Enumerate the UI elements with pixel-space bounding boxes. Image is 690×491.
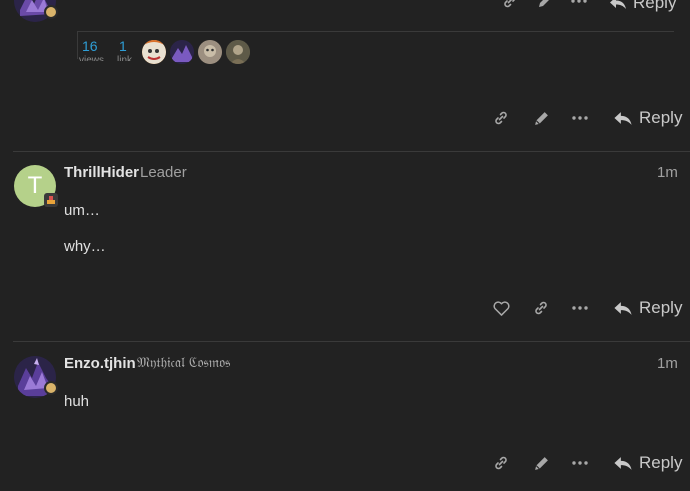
post-body-paragraph: um…	[64, 202, 100, 219]
more-button[interactable]	[570, 453, 590, 473]
more-button[interactable]	[570, 298, 590, 318]
post-divider	[13, 151, 690, 152]
reply-button[interactable]: Reply	[610, 0, 676, 13]
reply-arrow-icon	[610, 0, 626, 9]
link-icon	[495, 456, 507, 470]
reply-label: Reply	[639, 298, 683, 317]
post-date[interactable]: 1m	[657, 355, 678, 372]
flair-badge	[44, 5, 58, 19]
reply-label: Reply	[639, 108, 683, 127]
avatar-letter: T	[27, 172, 43, 199]
links-count: 1	[119, 38, 127, 54]
participant-avatar[interactable]	[226, 40, 250, 64]
reply-arrow-icon	[614, 301, 632, 315]
reply-button[interactable]: Reply	[614, 453, 682, 473]
ellipsis-icon	[571, 0, 587, 3]
post-body-paragraph: why…	[64, 238, 106, 255]
link-icon	[495, 111, 507, 125]
topic-map-divider	[77, 31, 674, 32]
edit-button[interactable]	[535, 0, 555, 11]
views-count: 16	[82, 38, 98, 54]
copy-link-button[interactable]	[491, 453, 511, 473]
copy-link-button[interactable]	[531, 298, 551, 318]
reply-label: Reply	[639, 453, 683, 472]
ellipsis-icon	[572, 461, 588, 465]
pencil-icon	[534, 456, 548, 470]
link-icon	[504, 0, 516, 8]
edit-button[interactable]	[531, 453, 551, 473]
username[interactable]: ThrillHider	[64, 164, 139, 181]
reply-label: Reply	[633, 0, 677, 12]
username[interactable]: Enzo.tjhin	[64, 355, 136, 372]
links-label: link	[117, 55, 133, 61]
participant-avatar[interactable]	[198, 40, 222, 64]
post-divider	[13, 341, 690, 342]
user-title: 𝔐𝔶𝔱𝔥𝔦𝔠𝔞𝔩 ℭ𝔬𝔰𝔪𝔬𝔰	[137, 355, 231, 371]
post-body-paragraph: huh	[64, 393, 90, 410]
pencil-icon	[534, 111, 548, 125]
copy-link-button[interactable]	[491, 108, 511, 128]
reply-arrow-icon	[614, 456, 632, 470]
flair-badge	[44, 381, 58, 395]
participant-avatar[interactable]	[170, 40, 194, 64]
like-button[interactable]	[491, 298, 511, 318]
reply-button[interactable]: Reply	[614, 108, 682, 128]
link-icon	[535, 301, 547, 315]
post-date[interactable]: 1m	[657, 164, 678, 181]
ellipsis-icon	[572, 116, 588, 120]
flair-icon	[44, 193, 58, 207]
more-button[interactable]	[569, 0, 589, 11]
participant-avatar[interactable]	[142, 40, 166, 64]
edit-button[interactable]	[531, 108, 551, 128]
reply-arrow-icon	[614, 111, 632, 125]
copy-link-button[interactable]	[500, 0, 520, 11]
more-button[interactable]	[570, 108, 590, 128]
pencil-icon	[539, 0, 549, 7]
reply-button[interactable]: Reply	[614, 298, 682, 318]
heart-icon	[492, 300, 510, 316]
ellipsis-icon	[572, 306, 588, 310]
topic-map-left-border	[77, 31, 78, 59]
user-title: Leader	[140, 164, 187, 181]
views-label: views	[79, 55, 105, 61]
